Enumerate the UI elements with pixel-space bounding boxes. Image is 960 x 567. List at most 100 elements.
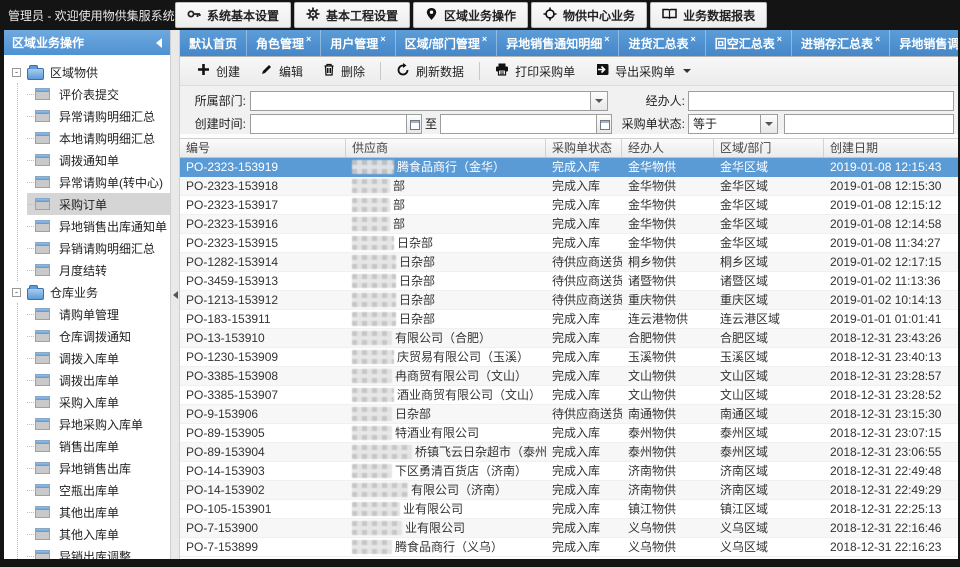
tab-close-icon[interactable]: × bbox=[482, 34, 487, 44]
tab-close-icon[interactable]: × bbox=[306, 34, 311, 44]
supplier-text: 有限公司（合肥） bbox=[395, 329, 491, 347]
cell-status: 完成入库 bbox=[546, 196, 622, 214]
sidebar-item-异地销售出库通知单[interactable]: 异地销售出库通知单 bbox=[27, 215, 170, 237]
table-row[interactable]: PO-89-153905特酒业有限公司完成入库泰州物供泰州区域2018-12-3… bbox=[180, 424, 958, 443]
delete-button[interactable]: 删除 bbox=[314, 59, 374, 83]
collapse-minus-icon[interactable]: - bbox=[12, 288, 21, 297]
tab-进货汇总表[interactable]: 进货汇总表× bbox=[619, 30, 705, 56]
menu-system-settings[interactable]: 系统基本设置 bbox=[175, 2, 291, 28]
column-header-created[interactable]: 创建日期 bbox=[824, 139, 958, 157]
tab-close-icon[interactable]: × bbox=[777, 34, 782, 44]
supplier-text: 业有限公司 bbox=[403, 500, 463, 518]
table-row[interactable]: PO-2323-153919腾食品商行（金华）完成入库金华物供金华区域2019-… bbox=[180, 158, 958, 177]
sidebar-splitter[interactable] bbox=[170, 30, 180, 559]
sidebar-item-异常请购单(转中心)[interactable]: 异常请购单(转中心) bbox=[27, 171, 170, 193]
tab-用户管理[interactable]: 用户管理× bbox=[321, 30, 395, 56]
table-row[interactable]: PO-3459-153913日杂部待供应商送货诸暨物供诸暨区域2019-01-0… bbox=[180, 272, 958, 291]
tab-默认首页[interactable]: 默认首页 bbox=[180, 30, 247, 56]
table-row[interactable]: PO-183-153911日杂部完成入库连云港物供连云港区域2019-01-01… bbox=[180, 310, 958, 329]
sidebar-item-本地请购明细汇总[interactable]: 本地请购明细汇总 bbox=[27, 127, 170, 149]
menu-supply-center[interactable]: 物供中心业务 bbox=[531, 2, 647, 28]
sidebar-item-评价表提交[interactable]: 评价表提交 bbox=[27, 83, 170, 105]
status-operator-select[interactable]: 等于 bbox=[688, 114, 778, 134]
tree-group-仓库业务[interactable]: -仓库业务 bbox=[12, 281, 170, 303]
table-row[interactable]: PO-7-153899腾食品商行（义乌）完成入库义乌物供义乌区域2018-12-… bbox=[180, 538, 958, 557]
edit-button[interactable]: 编辑 bbox=[251, 59, 312, 83]
cell-supplier: 业有限公司 bbox=[346, 519, 546, 537]
menu-data-reports[interactable]: 业务数据报表 bbox=[650, 2, 767, 28]
sidebar-item-其他入库单[interactable]: 其他入库单 bbox=[27, 523, 170, 545]
sidebar-item-采购入库单[interactable]: 采购入库单 bbox=[27, 391, 170, 413]
tab-角色管理[interactable]: 角色管理× bbox=[247, 30, 321, 56]
table-row[interactable]: PO-13-153910有限公司（合肥）完成入库合肥物供合肥区域2018-12-… bbox=[180, 329, 958, 348]
sidebar-item-调拨出库单[interactable]: 调拨出库单 bbox=[27, 369, 170, 391]
cell-created: 2018-12-31 23:43:26 bbox=[824, 329, 958, 347]
date-from-input[interactable] bbox=[250, 114, 422, 134]
table-row[interactable]: PO-14-153903下区勇清百货店（济南）完成入库济南物供济南区域2018-… bbox=[180, 462, 958, 481]
table-row[interactable]: PO-89-153904桥镇飞云日杂超市（泰州）完成入库泰州物供泰州区域2018… bbox=[180, 443, 958, 462]
sidebar-item-异地销售出库[interactable]: 异地销售出库 bbox=[27, 457, 170, 479]
table-row[interactable]: PO-2323-153916部完成入库金华物供金华区域2019-01-08 12… bbox=[180, 215, 958, 234]
sidebar-item-异地采购入库单[interactable]: 异地采购入库单 bbox=[27, 413, 170, 435]
table-row[interactable]: PO-14-153902有限公司（济南）完成入库济南物供济南区域2018-12-… bbox=[180, 481, 958, 500]
tab-close-icon[interactable]: × bbox=[875, 34, 880, 44]
tab-close-icon[interactable]: × bbox=[380, 34, 385, 44]
table-row[interactable]: PO-3385-153907酒业商贸有限公司（文山）完成入库文山物供文山区域20… bbox=[180, 386, 958, 405]
column-header-supplier[interactable]: 供应商 bbox=[346, 139, 546, 157]
sidebar-item-空瓶出库单[interactable]: 空瓶出库单 bbox=[27, 479, 170, 501]
column-header-status[interactable]: 采购单状态 bbox=[546, 139, 622, 157]
tree-group-区域物供[interactable]: -区域物供 bbox=[12, 61, 170, 83]
tab-进销存汇总表[interactable]: 进销存汇总表× bbox=[792, 30, 890, 56]
status-value-field[interactable] bbox=[785, 115, 953, 133]
refresh-button[interactable]: 刷新数据 bbox=[387, 59, 473, 83]
splitter-collapse-icon[interactable] bbox=[173, 291, 178, 299]
table-row[interactable]: PO-1213-153912日杂部待供应商送货重庆物供重庆区域2019-01-0… bbox=[180, 291, 958, 310]
sidebar-item-请购单管理[interactable]: 请购单管理 bbox=[27, 303, 170, 325]
menu-region-operations[interactable]: 区域业务操作 bbox=[413, 2, 528, 28]
sidebar-item-调拨入库单[interactable]: 调拨入库单 bbox=[27, 347, 170, 369]
tab-异地销售调整明细[interactable]: 异地销售调整明细× bbox=[890, 30, 958, 56]
dept-select[interactable] bbox=[250, 91, 608, 111]
handler-input[interactable] bbox=[688, 91, 954, 111]
collapse-minus-icon[interactable]: - bbox=[12, 68, 21, 77]
column-header-handler[interactable]: 经办人 bbox=[622, 139, 714, 157]
calendar-icon[interactable] bbox=[596, 115, 611, 133]
menu-project-settings[interactable]: 基本工程设置 bbox=[294, 2, 410, 28]
tab-close-icon[interactable]: × bbox=[690, 34, 695, 44]
create-button[interactable]: 创建 bbox=[188, 59, 249, 83]
table-row[interactable]: PO-1282-153914日杂部待供应商送货桐乡物供桐乡区域2019-01-0… bbox=[180, 253, 958, 272]
table-row[interactable]: PO-9-153906日杂部待供应商送货南通物供南通区域2018-12-31 2… bbox=[180, 405, 958, 424]
sidebar-item-其他出库单[interactable]: 其他出库单 bbox=[27, 501, 170, 523]
table-row[interactable]: PO-2323-153918部完成入库金华物供金华区域2019-01-08 12… bbox=[180, 177, 958, 196]
column-header-id[interactable]: 编号 bbox=[180, 139, 346, 157]
sidebar-item-仓库调拨通知[interactable]: 仓库调拨通知 bbox=[27, 325, 170, 347]
tab-close-icon[interactable]: × bbox=[604, 34, 609, 44]
table-row[interactable]: PO-1230-153909庆贸易有限公司（玉溪）完成入库玉溪物供玉溪区域201… bbox=[180, 348, 958, 367]
table-row[interactable]: PO-2323-153915日杂部完成入库金华物供金华区域2019-01-08 … bbox=[180, 234, 958, 253]
table-row[interactable]: PO-105-153901业有限公司完成入库镇江物供镇江区域2018-12-31… bbox=[180, 500, 958, 519]
sidebar-collapse-icon[interactable] bbox=[156, 38, 162, 48]
table-row[interactable]: PO-7-153900业有限公司完成入库义乌物供义乌区域2018-12-31 2… bbox=[180, 519, 958, 538]
date-to-input[interactable] bbox=[440, 114, 612, 134]
sidebar-item-调拨通知单[interactable]: 调拨通知单 bbox=[27, 149, 170, 171]
table-row[interactable]: PO-3385-153908冉商贸有限公司（文山）完成入库文山物供文山区域201… bbox=[180, 367, 958, 386]
table-row[interactable]: PO-2323-153917部完成入库金华物供金华区域2019-01-08 12… bbox=[180, 196, 958, 215]
window-icon bbox=[35, 440, 50, 452]
supplier-text: 下区勇清百货店（济南） bbox=[395, 462, 527, 480]
sidebar-item-异销出库调整[interactable]: 异销出库调整 bbox=[27, 545, 170, 559]
sidebar-item-采购订单[interactable]: 采购订单 bbox=[27, 193, 170, 215]
status-value-input[interactable] bbox=[784, 114, 954, 134]
menu-label: 系统基本设置 bbox=[207, 7, 279, 24]
tab-回空汇总表[interactable]: 回空汇总表× bbox=[706, 30, 792, 56]
print-po-button[interactable]: 打印采购单 bbox=[486, 59, 584, 83]
calendar-icon[interactable] bbox=[406, 115, 421, 133]
sidebar-item-异常请购明细汇总[interactable]: 异常请购明细汇总 bbox=[27, 105, 170, 127]
sidebar-item-月度结转[interactable]: 月度结转 bbox=[27, 259, 170, 281]
handler-input-field[interactable] bbox=[689, 92, 953, 110]
column-header-region[interactable]: 区域/部门 bbox=[714, 139, 824, 157]
tab-区域/部门管理[interactable]: 区域/部门管理× bbox=[396, 30, 498, 56]
tab-异地销售通知明细[interactable]: 异地销售通知明细× bbox=[497, 30, 619, 56]
sidebar-item-销售出库单[interactable]: 销售出库单 bbox=[27, 435, 170, 457]
sidebar-item-异销请购明细汇总[interactable]: 异销请购明细汇总 bbox=[27, 237, 170, 259]
export-po-button[interactable]: 导出采购单 bbox=[586, 59, 700, 83]
